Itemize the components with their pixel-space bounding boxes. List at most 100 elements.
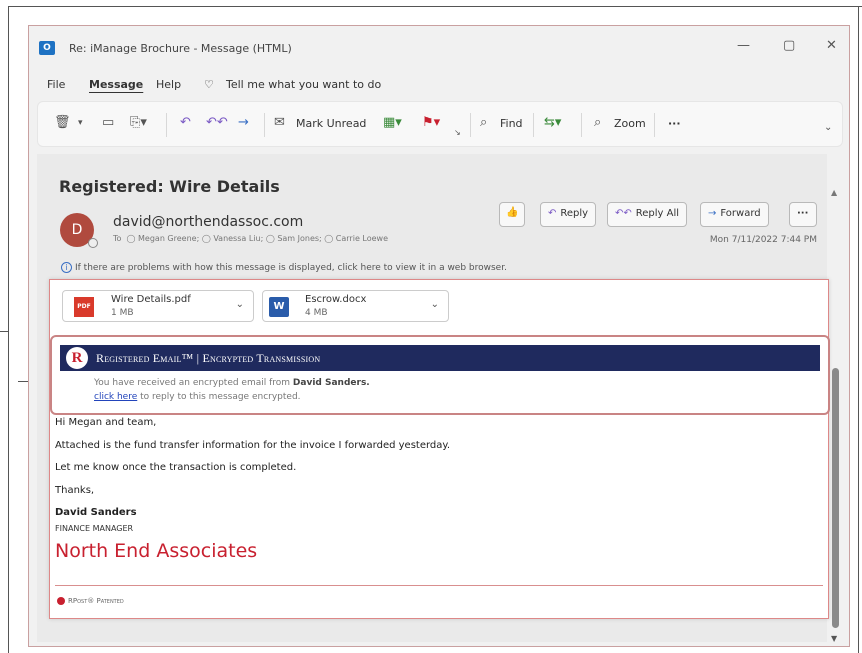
notice-prefix: You have received an encrypted email fro…: [94, 378, 293, 388]
word-file-icon: W: [269, 297, 289, 317]
presence-status-icon: [88, 238, 98, 248]
ribbon-toolbar: 🗑 ▾ ▭ ⎘▾ ↶ ↶↶ → ✉ Mark Unread ▦▾ ⚑▾ ↘ ⌕ …: [37, 101, 843, 147]
forward-icon: →: [708, 208, 717, 219]
window-title: Re: iManage Brochure - Message (HTML): [69, 42, 292, 55]
info-bar[interactable]: i If there are problems with how this mes…: [61, 262, 507, 273]
attachment-docx[interactable]: W Escrow.docx 4 MB ⌄: [262, 290, 449, 322]
menu-bar: File Message Help ♡ Tell me what you wan…: [29, 74, 849, 96]
reply-icon: ↶: [548, 208, 557, 219]
minimize-button[interactable]: —: [737, 38, 750, 53]
delete-icon[interactable]: 🗑: [54, 115, 71, 130]
encrypted-notice: You have received an encrypted email fro…: [94, 378, 370, 388]
reply-encrypted-text: to reply to this message encrypted.: [137, 392, 301, 402]
launcher-icon[interactable]: ↘: [454, 128, 461, 137]
find-button[interactable]: Find: [500, 117, 523, 130]
attachment-name: Escrow.docx: [305, 294, 367, 305]
scroll-up-arrow[interactable]: ▲: [831, 188, 837, 197]
move-icon[interactable]: ⎘▾: [130, 115, 147, 130]
menu-file[interactable]: File: [47, 78, 65, 91]
email-body-panel: PDF Wire Details.pdf 1 MB ⌄ W Escrow.doc…: [49, 279, 830, 619]
message-subject: Registered: Wire Details: [59, 177, 280, 196]
frame-top-line: [8, 6, 862, 7]
toolbar-divider: [264, 113, 265, 137]
toolbar-divider: [654, 113, 655, 137]
signature-company: North End Associates: [55, 540, 258, 562]
body-closing: Thanks,: [55, 485, 95, 496]
registered-email-banner: R Registered Email™ | Encrypted Transmis…: [50, 335, 830, 415]
signature-name: David Sanders: [55, 507, 137, 518]
toolbar-divider: [470, 113, 471, 137]
footer-text: RPost® Patented: [68, 597, 124, 605]
reply-all-label: Reply All: [635, 208, 680, 219]
toolbar-divider: [533, 113, 534, 137]
menu-message[interactable]: Message: [89, 78, 143, 91]
body-greeting: Hi Megan and team,: [55, 417, 157, 428]
message-date: Mon 7/11/2022 7:44 PM: [709, 235, 817, 245]
forward-icon[interactable]: →: [238, 115, 249, 130]
reply-all-icon: ↶↶: [615, 208, 632, 219]
chevron-down-icon[interactable]: ▾: [78, 118, 83, 128]
recipients-line: To ◯ Megan Greene; ◯ Vanessa Liu; ◯ Sam …: [113, 234, 388, 243]
vertical-scrollbar[interactable]: ▲ ▼: [829, 188, 841, 643]
more-options-button[interactable]: ···: [668, 117, 681, 130]
reading-pane: Registered: Wire Details D david@northen…: [37, 154, 830, 642]
envelope-icon[interactable]: ✉: [274, 115, 285, 130]
reply-all-button[interactable]: ↶↶ Reply All: [607, 202, 688, 227]
frame-left-line: [8, 6, 9, 653]
reply-all-icon[interactable]: ↶↶: [206, 115, 228, 130]
chevron-down-icon[interactable]: ⌄: [431, 299, 439, 310]
reply-button[interactable]: ↶ Reply: [540, 202, 597, 227]
info-icon: i: [61, 262, 72, 273]
body-line-1: Attached is the fund transfer informatio…: [55, 440, 451, 451]
chevron-down-icon[interactable]: ⌄: [236, 299, 244, 310]
sender-email[interactable]: david@northendassoc.com: [113, 214, 303, 230]
info-text: If there are problems with how this mess…: [75, 263, 507, 273]
zoom-icon[interactable]: ⌕: [594, 115, 601, 130]
scroll-thumb[interactable]: [832, 368, 839, 628]
attachment-size: 1 MB: [111, 308, 134, 318]
attachment-pdf[interactable]: PDF Wire Details.pdf 1 MB ⌄: [62, 290, 254, 322]
signature-title: FINANCE MANAGER: [55, 524, 134, 533]
registered-header: R Registered Email™ | Encrypted Transmis…: [60, 345, 820, 371]
close-button[interactable]: ✕: [826, 38, 837, 53]
attachment-size: 4 MB: [305, 308, 328, 318]
title-bar: O Re: iManage Brochure - Message (HTML) …: [29, 26, 849, 70]
maximize-button[interactable]: ▢: [783, 38, 795, 53]
expand-ribbon-icon[interactable]: ⌄: [824, 122, 832, 133]
toolbar-divider: [166, 113, 167, 137]
toolbar-divider: [581, 113, 582, 137]
lightbulb-icon: ♡: [204, 78, 214, 91]
flag-icon[interactable]: ⚑▾: [422, 115, 440, 130]
translate-icon[interactable]: ⇆▾: [544, 115, 561, 130]
frame-right-line: [858, 6, 859, 653]
categorize-icon[interactable]: ▦▾: [383, 115, 402, 130]
tell-me-search[interactable]: Tell me what you want to do: [226, 78, 381, 91]
like-button[interactable]: 👍: [499, 202, 525, 227]
rpost-footer: RPost® Patented: [57, 597, 124, 605]
forward-button[interactable]: → Forward: [700, 202, 769, 227]
callout-line: [0, 331, 8, 332]
attachment-name: Wire Details.pdf: [111, 294, 191, 305]
more-actions-button[interactable]: ···: [789, 202, 817, 227]
forward-label: Forward: [720, 208, 761, 219]
reply-icon[interactable]: ↶: [180, 115, 191, 130]
mark-unread-button[interactable]: Mark Unread: [296, 117, 366, 130]
menu-help[interactable]: Help: [156, 78, 181, 91]
click-here-link[interactable]: click here: [94, 392, 137, 402]
thumbs-up-icon: 👍: [506, 207, 519, 218]
reply-label: Reply: [560, 208, 589, 219]
recipients[interactable]: ◯ Megan Greene; ◯ Vanessa Liu; ◯ Sam Jon…: [127, 234, 388, 243]
registered-title: Registered Email™ | Encrypted Transmissi…: [96, 351, 321, 365]
body-line-2: Let me know once the transaction is comp…: [55, 462, 297, 473]
rpost-footer-icon: [57, 597, 65, 605]
find-icon[interactable]: ⌕: [480, 115, 487, 130]
to-label: To: [113, 234, 122, 243]
archive-icon[interactable]: ▭: [102, 115, 114, 130]
rpost-logo-icon: R: [66, 347, 88, 369]
footer-divider: [55, 585, 823, 586]
zoom-button[interactable]: Zoom: [614, 117, 646, 130]
scroll-down-arrow[interactable]: ▼: [831, 634, 837, 643]
reply-encrypted-line: click here to reply to this message encr…: [94, 392, 301, 402]
message-window: O Re: iManage Brochure - Message (HTML) …: [28, 25, 850, 647]
outlook-icon: O: [39, 41, 55, 55]
